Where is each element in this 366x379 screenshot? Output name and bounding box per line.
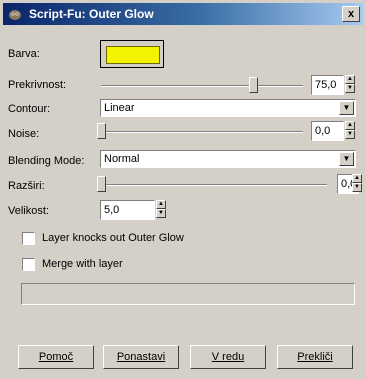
- ok-button[interactable]: V redu: [190, 345, 266, 369]
- noise-spin-arrows[interactable]: ▲ ▼: [345, 121, 355, 141]
- title-bar: Script-Fu: Outer Glow x: [3, 3, 363, 25]
- script-fu-dialog: Script-Fu: Outer Glow x Barva: Prekrivno…: [0, 0, 366, 379]
- layer-knocks-out-checkbox[interactable]: [22, 232, 35, 245]
- color-button[interactable]: [100, 40, 164, 68]
- progress-bar: [21, 283, 355, 305]
- spin-down-icon[interactable]: ▼: [156, 209, 166, 218]
- blending-mode-dropdown[interactable]: Normal ▼: [100, 150, 356, 168]
- merge-with-layer-checkbox-row[interactable]: Merge with layer: [22, 258, 172, 272]
- contour-dropdown[interactable]: Linear ▼: [100, 99, 356, 117]
- razsiri-slider-track[interactable]: [101, 184, 327, 186]
- chevron-down-icon[interactable]: ▼: [339, 101, 354, 115]
- blending-mode-label: Blending Mode:: [8, 155, 85, 167]
- gimp-icon: [9, 10, 21, 20]
- prekrivnost-label: Prekrivnost:: [8, 79, 67, 91]
- razsiri-label: Razširi:: [8, 180, 45, 192]
- help-button-label: Pomoč: [38, 351, 74, 363]
- merge-with-layer-label: Merge with layer: [42, 258, 123, 270]
- reset-button-label: Ponastavi: [116, 351, 166, 363]
- noise-spinbox[interactable]: 0,0: [311, 121, 344, 141]
- ok-button-label: V redu: [211, 351, 245, 363]
- chevron-down-icon[interactable]: ▼: [339, 152, 354, 166]
- velikost-spinbox[interactable]: 5,0: [100, 200, 155, 220]
- prekrivnost-value: 75,0: [315, 79, 337, 91]
- cancel-button-label: Prekliči: [297, 351, 333, 363]
- layer-knocks-out-label: Layer knocks out Outer Glow: [42, 232, 184, 244]
- razsiri-spin-arrows[interactable]: ▲ ▼: [352, 174, 362, 194]
- prekrivnost-spin-arrows[interactable]: ▲ ▼: [345, 75, 355, 95]
- barva-label: Barva:: [8, 48, 40, 60]
- color-swatch: [106, 46, 160, 64]
- spin-down-icon[interactable]: ▼: [345, 84, 355, 93]
- help-button[interactable]: Pomoč: [18, 345, 94, 369]
- cancel-button[interactable]: Prekliči: [277, 345, 353, 369]
- spin-up-icon[interactable]: ▲: [156, 200, 166, 209]
- prekrivnost-slider-thumb[interactable]: [248, 77, 258, 93]
- spin-up-icon[interactable]: ▲: [352, 174, 362, 183]
- spin-up-icon[interactable]: ▲: [345, 121, 355, 130]
- close-icon: x: [347, 8, 355, 20]
- prekrivnost-slider-track[interactable]: [101, 85, 303, 87]
- noise-slider-thumb[interactable]: [97, 123, 106, 139]
- close-button[interactable]: x: [342, 6, 360, 22]
- spin-up-icon[interactable]: ▲: [345, 75, 355, 84]
- window-title: Script-Fu: Outer Glow: [29, 7, 154, 21]
- noise-label: Noise:: [8, 128, 40, 140]
- noise-value: 0,0: [315, 125, 331, 137]
- spin-down-icon[interactable]: ▼: [345, 130, 355, 139]
- contour-label: Contour:: [8, 103, 51, 115]
- velikost-spin-arrows[interactable]: ▲ ▼: [156, 200, 166, 220]
- prekrivnost-spinbox[interactable]: 75,0: [311, 75, 344, 95]
- merge-with-layer-checkbox[interactable]: [22, 258, 35, 271]
- layer-knocks-out-checkbox-row[interactable]: Layer knocks out Outer Glow: [22, 232, 222, 246]
- blending-mode-value: Normal: [104, 153, 140, 165]
- reset-button[interactable]: Ponastavi: [103, 345, 179, 369]
- velikost-value: 5,0: [104, 204, 120, 216]
- contour-value: Linear: [104, 102, 135, 114]
- razsiri-slider-thumb[interactable]: [97, 176, 106, 192]
- spin-down-icon[interactable]: ▼: [352, 183, 362, 192]
- velikost-label: Velikost:: [8, 205, 49, 217]
- noise-slider-track[interactable]: [101, 131, 303, 133]
